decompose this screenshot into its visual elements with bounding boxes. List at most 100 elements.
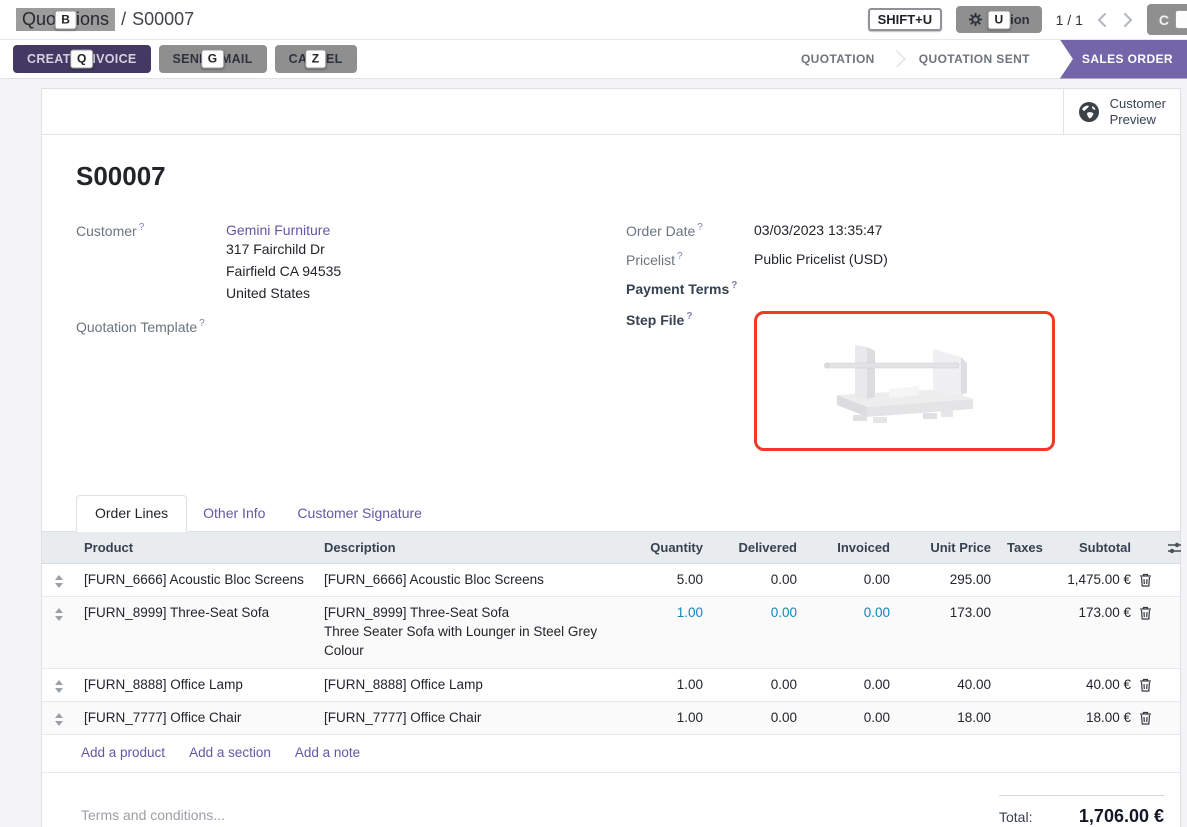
cell-unit-price[interactable]: 295.00 (898, 564, 999, 595)
tab-other-info[interactable]: Other Info (187, 496, 281, 531)
status-pipeline: QUOTATION QUOTATION SENT SALES ORDER (781, 40, 1187, 79)
cell-invoiced[interactable]: 0.00 (805, 669, 898, 700)
column-subtotal[interactable]: Subtotal (1042, 532, 1139, 563)
cell-unit-price[interactable]: 18.00 (898, 702, 999, 733)
field-quotation-template: Quotation Template? (76, 318, 596, 335)
cell-subtotal[interactable]: 1,475.00 € (1042, 564, 1139, 595)
stage-quotation[interactable]: QUOTATION (781, 52, 895, 66)
cell-quantity[interactable]: 1.00 (626, 669, 711, 700)
add-section-link[interactable]: Add a section (189, 745, 271, 760)
cell-subtotal[interactable]: 18.00 € (1042, 702, 1139, 733)
stage-quotation-sent[interactable]: QUOTATION SENT (899, 52, 1050, 66)
column-trash (1139, 532, 1165, 548)
order-lines-header-row: Product Description Quantity Delivered I… (42, 532, 1180, 564)
customer-preview-label: CustomerPreview (1110, 96, 1166, 128)
cell-delivered[interactable]: 0.00 (711, 597, 805, 628)
send-email-button[interactable]: SEND EMAIL G (159, 45, 267, 73)
line-add-actions: Add a product Add a section Add a note (42, 735, 1180, 773)
delete-line-icon[interactable] (1139, 702, 1165, 728)
add-product-link[interactable]: Add a product (81, 745, 165, 760)
drag-handle-icon[interactable] (42, 597, 76, 629)
order-line-row[interactable]: [FURN_7777] Office Chair [FURN_7777] Off… (42, 702, 1180, 735)
pager-counter: 1 / 1 (1056, 12, 1083, 28)
step-file-preview-box[interactable] (754, 311, 1055, 451)
column-taxes[interactable]: Taxes (999, 532, 1042, 563)
cell-quantity[interactable]: 5.00 (626, 564, 711, 595)
cell-invoiced[interactable]: 0.00 (805, 702, 898, 733)
order-line-row[interactable]: [FURN_6666] Acoustic Bloc Screens [FURN_… (42, 564, 1180, 597)
customer-preview-button[interactable]: CustomerPreview (1063, 89, 1180, 134)
drag-handle-icon[interactable] (42, 669, 76, 701)
cell-description[interactable]: [FURN_8888] Office Lamp (316, 669, 626, 700)
add-note-link[interactable]: Add a note (295, 745, 360, 760)
hint-badge-send-email: G (201, 50, 225, 69)
cell-description[interactable]: [FURN_6666] Acoustic Bloc Screens (316, 564, 626, 595)
cell-product[interactable]: [FURN_7777] Office Chair (76, 702, 316, 733)
step-file-field-label: Step File? (626, 311, 754, 451)
hint-badge-create-invoice: Q (70, 50, 94, 69)
column-delivered[interactable]: Delivered (711, 532, 805, 563)
help-question-icon: ? (686, 311, 692, 322)
cell-description[interactable]: [FURN_8999] Three-Seat Sofa Three Seater… (316, 597, 626, 668)
order-date-value[interactable]: 03/03/2023 13:35:47 (754, 222, 882, 239)
delete-line-icon[interactable] (1139, 669, 1165, 695)
help-question-icon: ? (697, 222, 703, 233)
breadcrumb-quotations-link[interactable]: Quotations B (16, 8, 115, 31)
order-line-row[interactable]: [FURN_8999] Three-Seat Sofa [FURN_8999] … (42, 597, 1180, 669)
delete-line-icon[interactable] (1139, 597, 1165, 623)
cell-delivered[interactable]: 0.00 (711, 669, 805, 700)
cell-invoiced[interactable]: 0.00 (805, 564, 898, 595)
cancel-button[interactable]: CANCEL Z (275, 45, 357, 73)
cut-off-corner-button[interactable]: C (1147, 4, 1187, 35)
cell-description[interactable]: [FURN_7777] Office Chair (316, 702, 626, 733)
hint-badge-action: U (988, 10, 1011, 29)
cell-taxes[interactable] (999, 597, 1042, 613)
terms-and-conditions-input[interactable]: Terms and conditions... (81, 795, 225, 827)
cell-delivered[interactable]: 0.00 (711, 564, 805, 595)
cell-unit-price[interactable]: 40.00 (898, 669, 999, 700)
sale-order-form-sheet: CustomerPreview S00007 Customer? Gemini … (41, 88, 1181, 827)
action-menu-button[interactable]: Action U (956, 6, 1041, 33)
column-handle (42, 532, 76, 548)
cell-invoiced[interactable]: 0.00 (805, 597, 898, 628)
field-group: Customer? Gemini Furniture 317 Fairchild… (76, 222, 1146, 463)
create-invoice-button[interactable]: CREATE INVOICE Q (13, 45, 151, 73)
delete-line-icon[interactable] (1139, 564, 1165, 590)
cell-product[interactable]: [FURN_6666] Acoustic Bloc Screens (76, 564, 316, 595)
drag-handle-icon[interactable] (42, 702, 76, 734)
tab-customer-signature[interactable]: Customer Signature (281, 496, 438, 531)
cell-taxes[interactable] (999, 564, 1042, 580)
cell-subtotal[interactable]: 40.00 € (1042, 669, 1139, 700)
cell-product[interactable]: [FURN_8888] Office Lamp (76, 669, 316, 700)
cell-unit-price[interactable]: 173.00 (898, 597, 999, 628)
cell-delivered[interactable]: 0.00 (711, 702, 805, 733)
cell-quantity[interactable]: 1.00 (626, 597, 711, 628)
order-line-row[interactable]: [FURN_8888] Office Lamp [FURN_8888] Offi… (42, 669, 1180, 702)
record-title: S00007 (76, 161, 1146, 192)
cell-taxes[interactable] (999, 702, 1042, 718)
pricelist-value[interactable]: Public Pricelist (USD) (754, 251, 888, 268)
optional-columns-icon[interactable] (1165, 532, 1182, 558)
column-description[interactable]: Description (316, 532, 626, 563)
breadcrumb-separator: / (121, 9, 126, 30)
order-date-field-label: Order Date? (626, 222, 754, 239)
column-quantity[interactable]: Quantity (626, 532, 711, 563)
drag-handle-icon[interactable] (42, 564, 76, 596)
customer-address-line3: United States (226, 283, 341, 304)
column-product[interactable]: Product (76, 532, 316, 563)
help-question-icon: ? (677, 251, 683, 262)
pager-next-icon[interactable] (1123, 12, 1133, 28)
cell-quantity[interactable]: 1.00 (626, 702, 711, 733)
help-question-icon: ? (731, 280, 737, 291)
pager-previous-icon[interactable] (1097, 12, 1107, 28)
column-invoiced[interactable]: Invoiced (805, 532, 898, 563)
breadcrumb: Quotations B / S00007 (16, 8, 194, 31)
cell-product[interactable]: [FURN_8999] Three-Seat Sofa (76, 597, 316, 628)
order-lines-table: Product Description Quantity Delivered I… (42, 531, 1180, 773)
tab-order-lines[interactable]: Order Lines (76, 495, 187, 532)
stage-sales-order[interactable]: SALES ORDER (1060, 40, 1187, 79)
column-unit-price[interactable]: Unit Price (898, 532, 999, 563)
customer-link[interactable]: Gemini Furniture (226, 222, 330, 238)
cell-subtotal[interactable]: 173.00 € (1042, 597, 1139, 628)
cell-taxes[interactable] (999, 669, 1042, 685)
